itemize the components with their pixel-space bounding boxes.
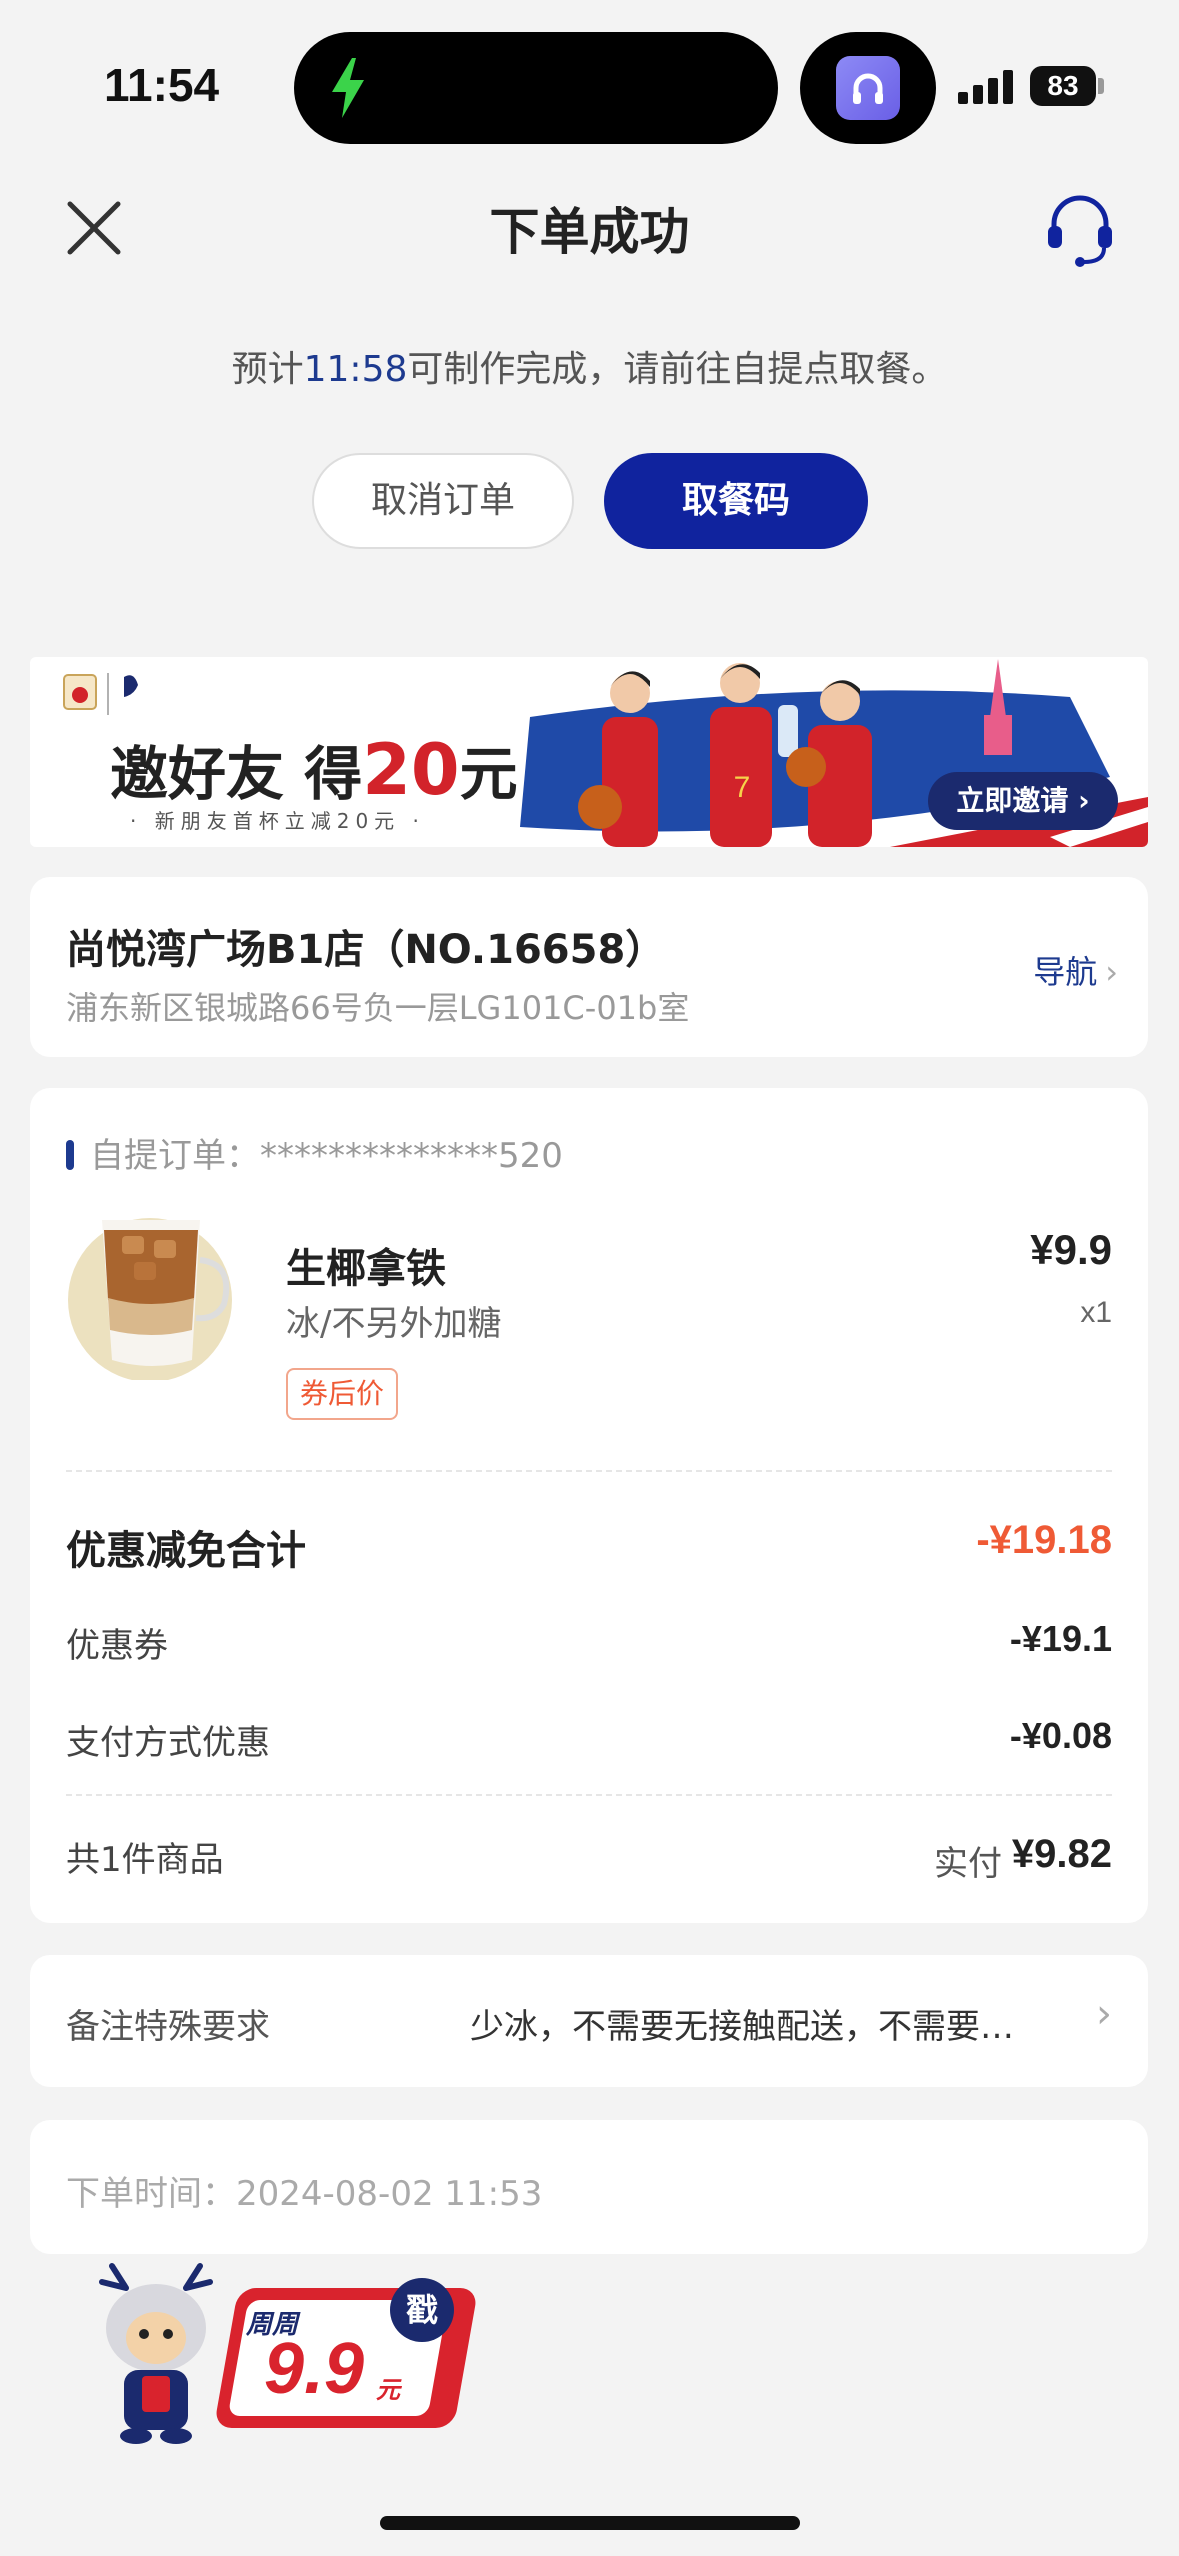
promo-amount: 9.9 [264,2329,365,2409]
store-card: 尚悦湾广场B1店（NO.16658） 浦东新区银城路66号负一层LG101C-0… [30,877,1148,1057]
banner-headline-prefix: 邀好友 得 [110,740,363,808]
banner-headline-unit: 元 [459,740,518,808]
chevron-right-icon: › [1068,784,1090,817]
status-bar: 11:54 83 [0,0,1179,170]
navigation-link[interactable]: 导航 › [1033,947,1118,993]
order-time-label: 下单时间： [66,2174,236,2214]
deer-mascot-icon [99,2263,213,2444]
svg-text:7: 7 [734,771,751,804]
coupon-price-tag: 券后价 [286,1368,399,1420]
eta-prefix: 预计 [231,349,304,390]
eta-time: 11:58 [303,349,408,390]
coupon-value: -¥19.1 [1009,1618,1112,1659]
cancel-order-button[interactable]: 取消订单 [312,453,574,549]
live-activity-pill [800,32,936,144]
order-number: **************520 [260,1136,563,1176]
order-time: 下单时间：2024-08-02 11:53 [66,2166,542,2215]
order-number-label: 自提订单： [90,1136,260,1176]
headphones-app-icon [836,56,900,120]
remark-value: 少冰，不需要无接触配送，不需要… [470,2007,1014,2047]
remark-row[interactable]: 备注特殊要求 少冰，不需要无接触配送，不需要… › [30,1955,1148,2087]
coupon-label: 优惠券 [66,1626,168,1666]
dashed-divider [66,1794,1112,1796]
order-card: 自提订单：**************520 生椰拿铁 冰/不另外加糖 券后价 … [30,1088,1148,1923]
order-time-card: 下单时间：2024-08-02 11:53 [30,2120,1148,2254]
paid-value: ¥9.82 [1011,1832,1112,1876]
product-spec: 冰/不另外加糖 [286,1304,502,1344]
cellular-signal-icon [958,70,1013,104]
page-title: 下单成功 [489,203,690,261]
banner-headline-amount: 20 [362,729,460,811]
banner-subline: · 新朋友首杯立减20元 · [130,809,425,833]
order-time-value: 2024-08-02 11:53 [236,2174,543,2214]
chevron-right-icon: › [1096,1991,1112,2037]
battery-indicator: 83 [1030,66,1096,106]
pickup-code-button[interactable]: 取餐码 [604,453,868,549]
product-name: 生椰拿铁 [286,1246,446,1292]
sponsor-logos [63,673,138,715]
promo-unit: 元 [376,2376,400,2404]
product-price: ¥9.9 [1030,1226,1112,1273]
chevron-right-icon: › [1105,953,1118,991]
accent-bar [66,1140,74,1170]
coconut-latte-product-image [68,1218,232,1380]
banner-headline: 邀好友 得20元 [110,727,518,811]
payment-discount-label: 支付方式优惠 [66,1723,270,1763]
paid-label: 实付 [934,1844,1002,1884]
invite-now-label: 立即邀请 [956,784,1069,817]
product-quantity: x1 [1080,1296,1112,1329]
order-number-row: 自提订单：**************520 [66,1128,563,1177]
charging-bolt-icon [332,58,364,118]
items-count-label: 共1件商品 [66,1840,224,1880]
battery-tip [1098,78,1104,94]
store-address: 浦东新区银城路66号负一层LG101C-01b室 [66,989,690,1027]
customer-service-headset-icon[interactable] [1040,188,1120,268]
eta-suffix: 可制作完成，请前往自提点取餐。 [407,349,948,390]
promo-stamp: 戳 [390,2278,454,2342]
payment-discount-value: -¥0.08 [1009,1715,1112,1756]
home-indicator [380,2516,800,2530]
store-name: 尚悦湾广场B1店（NO.16658） [66,927,666,973]
dynamic-island [294,32,778,144]
eta-message: 预计11:58可制作完成，请前往自提点取餐。 [0,340,1179,392]
remark-label: 备注特殊要求 [66,2007,270,2047]
status-time: 11:54 [104,59,220,111]
dashed-divider [66,1470,1112,1472]
weekly-9-9-promo-badge[interactable]: 周周 9.9 元 戳 [86,2258,479,2448]
discount-total-label: 优惠减免合计 [66,1528,306,1574]
invite-now-button[interactable]: 立即邀请 › [928,772,1118,830]
discount-total-value: -¥19.18 [976,1518,1112,1562]
navigation-label: 导航 [1033,953,1098,991]
invite-friends-banner[interactable]: 邀好友 得20元 · 新朋友首杯立减20元 · 7 立即邀请 › [30,657,1148,847]
